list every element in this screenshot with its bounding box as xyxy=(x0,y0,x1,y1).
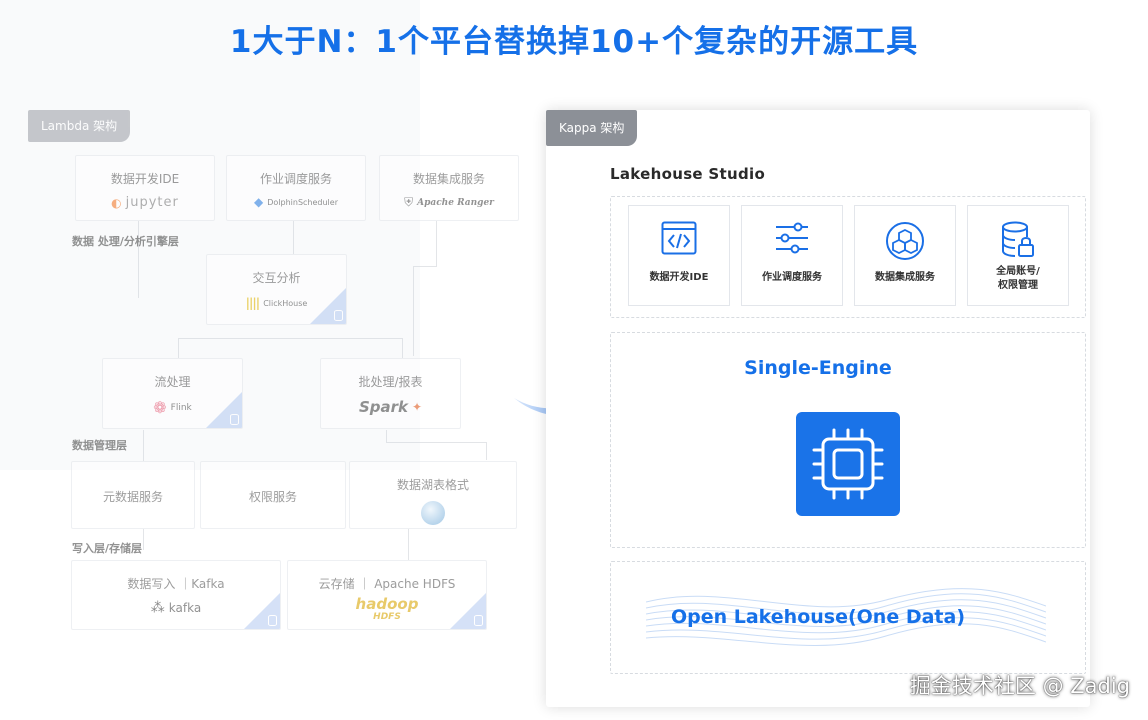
flink-icon: ❁ xyxy=(153,398,167,417)
lambda-scheduler-box: 作业调度服务 ◆ DolphinScheduler xyxy=(226,155,366,221)
connector-line xyxy=(408,528,409,560)
sliders-icon xyxy=(776,222,808,254)
lambda-lake-format-box: 数据湖表格式 xyxy=(349,461,517,529)
iceberg-logo xyxy=(350,501,516,525)
kappa-architecture-panel: Kappa 架构 Lakehouse Studio 数据开发IDE 作业调度服务 xyxy=(546,110,1090,707)
box-label: 数据开发IDE xyxy=(110,172,180,186)
database-icon xyxy=(268,615,277,626)
layer-label-compute: 数据 处理/分析引擎层 xyxy=(72,235,179,248)
box-label: 作业调度服务 xyxy=(259,172,332,186)
connector-line xyxy=(402,338,403,358)
code-window-icon xyxy=(661,221,697,255)
box-label: 云存储 ｜ Apache HDFS xyxy=(318,577,456,591)
lambda-integration-box: 数据集成服务 ⛨ Apache Ranger xyxy=(379,155,519,221)
connector-line xyxy=(486,442,487,460)
jupyter-logo: ◐ jupyter xyxy=(111,195,179,210)
lambda-metadata-box: 元数据服务 xyxy=(71,461,195,529)
single-engine-title: Single-Engine xyxy=(744,357,892,379)
connector-line xyxy=(178,338,403,339)
lambda-dev-ide-box: 数据开发IDE ◐ jupyter xyxy=(75,155,215,221)
tool-dev-ide: 数据开发IDE xyxy=(628,205,730,306)
connector-line xyxy=(178,338,179,358)
database-icon xyxy=(474,615,483,626)
page-title: 1大于N：1个平台替换掉10+个复杂的开源工具 xyxy=(229,24,919,60)
processor-icon xyxy=(812,428,884,500)
connector-line xyxy=(413,266,414,356)
database-icon xyxy=(334,310,343,321)
jupyter-icon: ◐ xyxy=(111,195,122,210)
tool-scheduler: 作业调度服务 xyxy=(741,205,843,306)
lambda-ingest-box: 数据写入 ｜Kafka ⁂ kafka xyxy=(71,560,281,630)
tool-integration: 数据集成服务 xyxy=(854,205,956,306)
database-lock-icon xyxy=(1002,221,1034,257)
connector-line xyxy=(386,442,486,443)
connector-line xyxy=(386,430,387,442)
watermark: 掘金技术社区 @ Zadig xyxy=(909,674,1130,698)
layer-label-storage: 写入层/存储层 xyxy=(72,542,143,555)
connector-line xyxy=(293,220,294,254)
spark-star-icon: ✦ xyxy=(411,400,423,414)
box-label: 数据湖表格式 xyxy=(396,478,469,492)
connector-line xyxy=(413,266,437,267)
clickhouse-icon: |||| xyxy=(245,296,260,310)
spark-logo: Spark ✦ xyxy=(358,398,423,416)
lakehouse-studio-title: Lakehouse Studio xyxy=(610,165,766,183)
box-label: 数据写入 ｜Kafka xyxy=(127,577,225,591)
lambda-stream-box: 流处理 ❁ Flink xyxy=(102,358,243,429)
box-label: 批处理/报表 xyxy=(358,375,423,389)
box-label: 权限服务 xyxy=(248,490,297,504)
chip-icon xyxy=(796,412,900,516)
apache-ranger-logo: ⛨ Apache Ranger xyxy=(404,195,494,209)
lambda-batch-box: 批处理/报表 Spark ✦ xyxy=(320,358,461,429)
cubes-icon xyxy=(886,222,924,260)
iceberg-icon xyxy=(421,501,445,525)
kappa-tag: Kappa 架构 xyxy=(546,110,638,146)
box-label: 交互分析 xyxy=(252,271,301,285)
lambda-permission-box: 权限服务 xyxy=(200,461,346,529)
ranger-icon: ⛨ xyxy=(404,195,414,209)
box-label: 流处理 xyxy=(154,375,191,389)
box-label: 数据集成服务 xyxy=(412,172,485,186)
tool-account-permission: 全局账号/ 权限管理 xyxy=(967,205,1069,306)
dolphinscheduler-logo: ◆ DolphinScheduler xyxy=(253,195,338,209)
lambda-interactive-box: 交互分析 |||| ClickHouse xyxy=(206,254,347,325)
dolphin-icon: ◆ xyxy=(253,195,264,209)
open-lakehouse-title: Open Lakehouse(One Data) xyxy=(670,606,966,628)
lambda-architecture-panel: Lambda 架构 数据开发IDE ◐ jupyter 作业调度服务 ◆ Dol… xyxy=(28,110,519,650)
connector-line xyxy=(436,220,437,266)
kafka-icon: ⁂ xyxy=(150,600,165,616)
connector-line xyxy=(138,220,139,298)
database-icon xyxy=(230,414,239,425)
box-label: 元数据服务 xyxy=(102,490,163,504)
lambda-cloud-storage-box: 云存储 ｜ Apache HDFS hadoop HDFS xyxy=(287,560,487,630)
layer-label-manage: 数据管理层 xyxy=(72,439,127,452)
lambda-tag: Lambda 架构 xyxy=(28,110,131,142)
